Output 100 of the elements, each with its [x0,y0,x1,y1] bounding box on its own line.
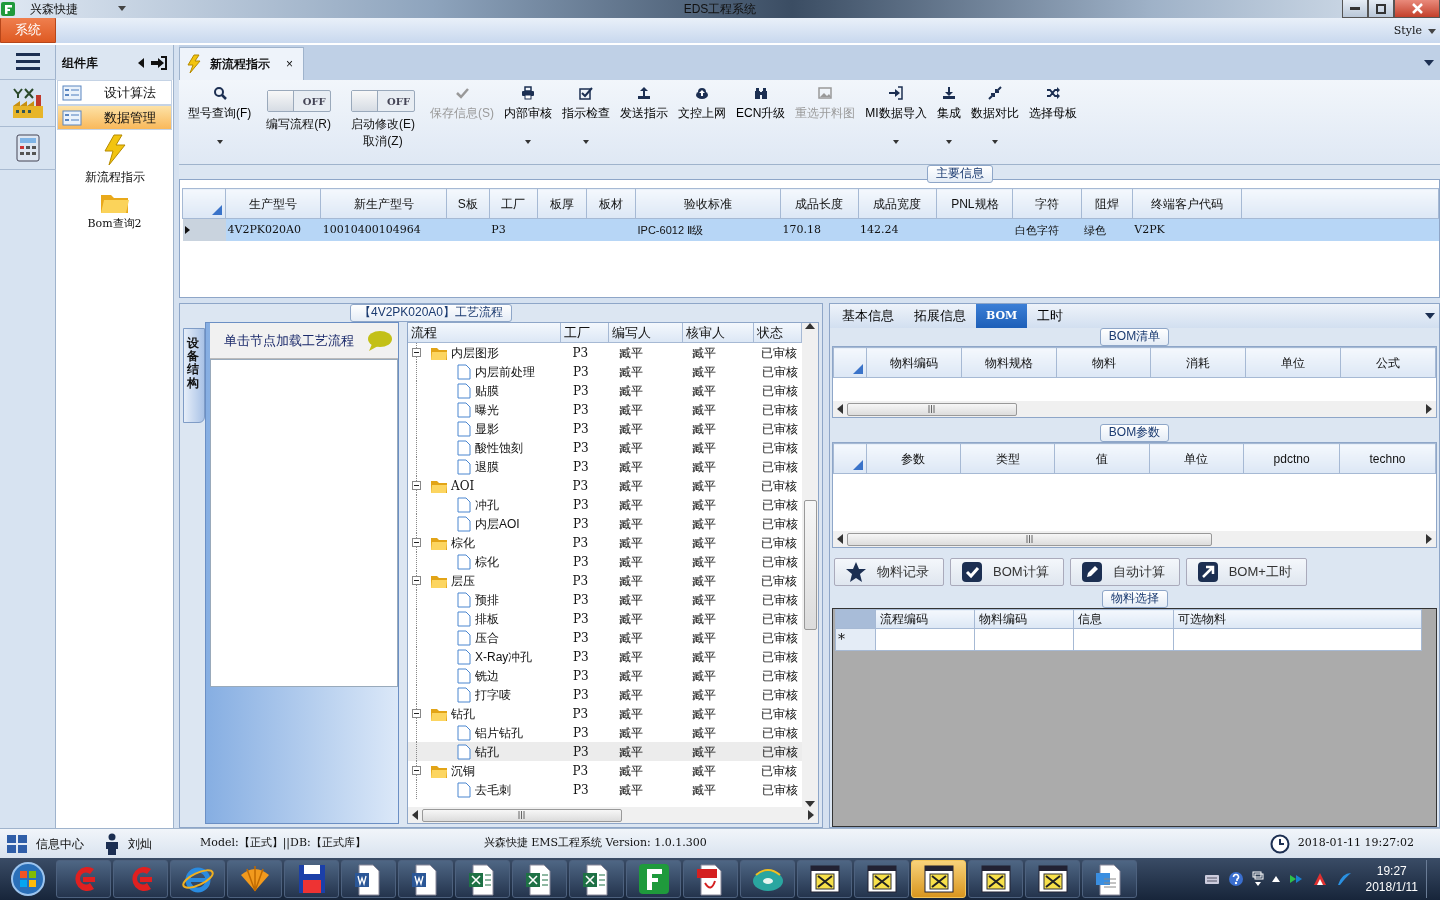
scroll-thumb[interactable] [847,402,1017,416]
column-header[interactable]: 物料编码 [866,347,962,378]
column-header[interactable]: 字符 [1012,188,1082,219]
keyboard-icon[interactable] [1203,873,1220,885]
tree-row[interactable]: 钻孔 P3 臧平 臧平 已审核 [408,742,802,761]
tree-row[interactable]: 打字唛 P3 臧平 臧平 已审核 [408,685,802,704]
taskbar-button[interactable] [512,860,567,898]
column-header[interactable]: 工厂 [489,188,538,219]
tree-row[interactable]: 内层图形 P3 臧平 臧平 已审核 [408,343,802,362]
vertical-scrollbar[interactable] [802,323,818,807]
windows-stack-icon[interactable] [1251,871,1264,887]
tree-node-label[interactable]: 铝片钻孔 [475,723,523,742]
tree-node-label[interactable]: 层压 [451,571,475,590]
toggle-switch[interactable]: OFF [266,90,331,112]
document-tab[interactable]: 新流程指示 × [179,47,304,80]
tree-row[interactable]: 内层前处理 P3 臧平 臧平 已审核 [408,362,802,381]
lightning-icon[interactable] [101,134,128,166]
tree-node-label[interactable]: 去毛刺 [475,780,511,799]
taskbar-button[interactable] [683,860,738,898]
tab[interactable]: 工时 [1027,304,1074,328]
taskbar-button[interactable] [569,860,624,898]
factory-icon[interactable] [10,86,45,120]
tree-node-label[interactable]: 排板 [475,609,499,628]
close-button[interactable] [1394,0,1440,18]
component-item[interactable]: 设计算法 [57,80,172,105]
tab[interactable]: 拓展信息 [904,304,976,328]
column-header[interactable]: 公式 [1340,347,1436,378]
tab[interactable]: 基本信息 [832,304,904,328]
column-header[interactable]: 工厂 [561,323,609,342]
taskbar-button[interactable] [455,860,510,898]
tree-node-label[interactable]: 打字唛 [475,685,511,704]
tree-row[interactable]: X-Ray冲孔 P3 臧平 臧平 已审核 [408,647,802,666]
column-header[interactable]: 成品长度 [780,188,859,219]
toolbar-button[interactable]: ECN升级 [731,84,791,121]
tree-node-label[interactable]: 预排 [475,590,499,609]
toolbar-button[interactable]: MI数据导入 [860,84,932,144]
toolbar-button[interactable]: 内部审核 [499,84,557,144]
taskbar-button[interactable] [1082,860,1137,898]
tree-node-label[interactable]: X-Ray冲孔 [475,647,533,666]
tree-node-label[interactable]: 退膜 [475,457,499,476]
column-header[interactable]: 板材 [586,188,636,219]
toolbar-button[interactable]: 发送指示 [615,84,673,121]
component-item[interactable]: 数据管理 [57,105,172,130]
tree-node-label[interactable]: 酸性蚀刻 [475,438,523,457]
action-button[interactable]: BOM计算 [950,558,1064,586]
tree-row[interactable]: AOI P3 臧平 臧平 已审核 [408,476,802,495]
scroll-thumb[interactable] [803,500,817,630]
tree-row[interactable]: 去毛刺 P3 臧平 臧平 已审核 [408,780,802,799]
caret-icon[interactable] [1428,29,1436,35]
tree-row[interactable]: 层压 P3 臧平 臧平 已审核 [408,571,802,590]
tree-node-label[interactable]: 内层图形 [451,343,499,362]
tree-row[interactable]: 内层AOI P3 臧平 臧平 已审核 [408,514,802,533]
tree-node-label[interactable]: 显影 [475,419,499,438]
column-header[interactable]: techno [1339,443,1436,474]
taskbar-button[interactable] [797,860,852,898]
toolbar-button[interactable]: 指示检查 [557,84,615,144]
tree-node-label[interactable]: 棕化 [451,533,475,552]
tree-node-label[interactable]: 贴膜 [475,381,499,400]
scroll-thumb[interactable] [422,808,622,822]
column-header[interactable]: 物料 [1056,347,1151,378]
tree-node-label[interactable]: 铣边 [475,666,499,685]
taskbar-button[interactable] [170,860,225,898]
tree-row[interactable]: 酸性蚀刻 P3 臧平 臧平 已审核 [408,438,802,457]
tree-node-label[interactable]: 钻孔 [475,742,499,761]
tree-node-label[interactable]: AOI [451,476,475,495]
tool-label[interactable]: Bom查询2 [87,216,142,233]
toolbar-button[interactable]: 选择母板 [1023,84,1082,121]
tree-row[interactable]: 显影 P3 臧平 臧平 已审核 [408,419,802,438]
maximize-button[interactable] [1368,0,1394,18]
tree-node-label[interactable]: 棕化 [475,552,499,571]
close-button[interactable]: × [286,55,293,73]
column-header[interactable]: 消耗 [1150,347,1246,378]
collapse-icon[interactable] [412,766,421,775]
collapse-icon[interactable] [412,576,421,585]
tree-node-label[interactable]: 压合 [475,628,499,647]
tree-row[interactable]: 冲孔 P3 臧平 臧平 已审核 [408,495,802,514]
toolbar-button[interactable]: 文控上网 [673,84,731,121]
column-header[interactable]: 终端客户代码 [1132,188,1242,219]
tree-row[interactable]: 预排 P3 臧平 臧平 已审核 [408,590,802,609]
horizontal-scrollbar[interactable] [833,531,1436,547]
collapse-icon[interactable] [412,709,421,718]
column-header[interactable]: S板 [446,188,490,219]
column-header[interactable]: 核审人 [683,323,755,342]
horizontal-scrollbar[interactable] [833,401,1436,417]
tree-row[interactable]: 排板 P3 臧平 臧平 已审核 [408,609,802,628]
column-header[interactable]: 成品宽度 [858,188,937,219]
column-header[interactable]: 可选物料 [1173,609,1422,629]
tree-row[interactable]: 压合 P3 臧平 臧平 已审核 [408,628,802,647]
collapse-left-icon[interactable] [137,57,145,68]
tree-row[interactable]: 退膜 P3 臧平 臧平 已审核 [408,457,802,476]
column-header[interactable]: PNL规格 [936,188,1013,219]
flag-icon[interactable] [1311,871,1328,887]
taskbar-button[interactable] [284,860,339,898]
action-button[interactable]: BOM+工时 [1185,558,1307,586]
menu-icon[interactable] [15,51,40,71]
dropdown-icon[interactable] [1424,60,1434,66]
tree-row[interactable]: 棕化 P3 臧平 臧平 已审核 [408,533,802,552]
caret-icon[interactable] [118,6,126,12]
column-header[interactable]: 流程 [408,323,562,342]
column-header[interactable]: pdctno [1243,443,1340,474]
